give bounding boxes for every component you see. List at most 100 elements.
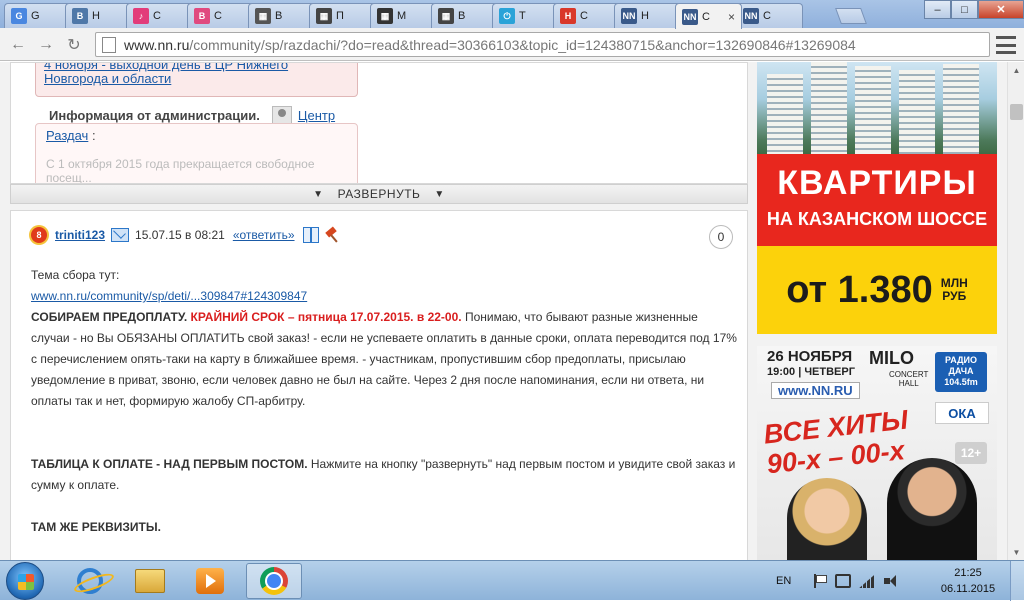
apartments-ad-banner[interactable]: КВАРТИРЫ НА КАЗАНСКОМ ШОССЕ от 1.380 МЛН… xyxy=(757,62,997,334)
browser-tab[interactable]: ▦ П xyxy=(309,3,376,28)
chrome-menu-icon[interactable] xyxy=(996,36,1016,54)
tab-favicon-icon: ♪ xyxy=(133,8,149,24)
minimize-button[interactable]: – xyxy=(924,0,951,19)
taskbar-ie[interactable] xyxy=(62,563,118,599)
card-colon: : xyxy=(91,128,96,143)
requisites-heading: ТАМ ЖЕ РЕКВИЗИТЫ. xyxy=(31,520,161,534)
hardware-icon[interactable] xyxy=(835,574,852,588)
browser-tab[interactable]: ▦ М xyxy=(370,3,437,28)
tab-favicon-icon: H xyxy=(560,8,576,24)
scroll-down-arrow[interactable]: ▼ xyxy=(1008,544,1024,560)
taskbar-chrome[interactable] xyxy=(246,563,302,599)
gift-icon[interactable] xyxy=(302,227,319,243)
back-button[interactable]: ← xyxy=(6,33,30,57)
new-tab-button[interactable] xyxy=(835,8,867,24)
hits-title: ВСЕ ХИТЫ 90-х – 00-х xyxy=(762,404,910,480)
taskbar-explorer[interactable] xyxy=(122,563,178,599)
maximize-button[interactable]: □ xyxy=(951,0,978,19)
reply-link[interactable]: «ответить» xyxy=(233,228,295,242)
forward-button[interactable]: → xyxy=(34,33,58,57)
prepay-text: Понимаю, что бывают разные жизненные слу… xyxy=(31,310,737,408)
close-window-button[interactable]: ✕ xyxy=(978,0,1024,19)
url-path: /community/sp/razdachi/?do=read&thread=3… xyxy=(189,36,856,53)
mail-icon[interactable] xyxy=(111,228,130,242)
action-center-icon[interactable] xyxy=(811,574,828,588)
age-rating-badge: 12+ xyxy=(955,442,987,464)
tab-favicon-icon: ⏻ xyxy=(499,8,515,24)
forum-post: 8 triniti123 15.07.15 в 08:21 «ответить»… xyxy=(10,210,748,560)
clock-date: 06.11.2015 xyxy=(940,583,996,595)
tab-favicon-icon: В xyxy=(72,8,88,24)
browser-tab[interactable]: ♪ С xyxy=(126,3,193,28)
ad-headline: КВАРТИРЫ xyxy=(777,164,977,202)
expand-button[interactable]: ▼ РАЗВЕРНУТЬ ▼ xyxy=(10,184,748,204)
tab-label: С xyxy=(763,10,771,22)
start-button[interactable] xyxy=(6,562,44,600)
tab-favicon-icon: NN xyxy=(682,8,698,25)
card-faded-text: С 1 октября 2015 года прекращается свобо… xyxy=(46,157,315,184)
browser-tab[interactable]: ВН xyxy=(65,3,132,28)
url-host: www.nn.ru xyxy=(124,36,190,53)
browser-tab[interactable]: ▦ В xyxy=(248,3,315,28)
show-desktop-button[interactable] xyxy=(1010,561,1024,601)
browser-tab[interactable]: NN С xyxy=(736,3,803,28)
page-icon xyxy=(102,36,116,53)
browser-tab[interactable]: HС xyxy=(553,3,620,28)
browser-tab[interactable]: ВС xyxy=(187,3,254,28)
topic-link[interactable]: www.nn.ru/community/sp/deti/...309847#12… xyxy=(31,289,307,303)
chrome-icon xyxy=(260,567,288,595)
ad-subline: НА КАЗАНСКОМ ШОССЕ xyxy=(766,209,988,229)
radio-logo: РАДИО ДАЧА 104.5fm xyxy=(935,352,987,392)
concert-date: 26 НОЯБРЯ xyxy=(767,348,853,365)
tab-label: С xyxy=(153,10,161,22)
address-bar[interactable]: www.nn.ru/community/sp/razdachi/?do=read… xyxy=(95,32,990,57)
tab-label: П xyxy=(336,10,344,22)
browser-tab[interactable]: ▦ В xyxy=(431,3,498,28)
razdach-link[interactable]: Раздач xyxy=(46,128,88,143)
table-paragraph: ТАБЛИЦА К ОПЛАТЕ - НАД ПЕРВЫМ ПОСТОМ. На… xyxy=(31,454,737,496)
forum-content: 4 ноября - выходной день в ЦР Нижнего Но… xyxy=(10,62,748,560)
holiday-alert: 4 ноября - выходной день в ЦР Нижнего Но… xyxy=(35,63,358,97)
singer-photo xyxy=(787,478,867,560)
gavel-icon[interactable] xyxy=(325,227,341,243)
window-controls: – □ ✕ xyxy=(924,0,1024,20)
ad-price-panel: от 1.380 МЛН РУБ xyxy=(757,246,997,334)
taskbar-clock[interactable]: 21:25 06.11.2015 xyxy=(938,565,998,597)
tab-favicon-icon: ▦ xyxy=(255,8,271,24)
tab-label: Т xyxy=(519,10,526,22)
center-link[interactable]: Центр xyxy=(298,108,335,123)
reload-button[interactable]: ↻ xyxy=(62,33,86,57)
table-heading: ТАБЛИЦА К ОПЛАТЕ - НАД ПЕРВЫМ ПОСТОМ. xyxy=(31,457,308,471)
volume-icon[interactable] xyxy=(883,574,899,588)
scroll-thumb[interactable] xyxy=(1010,104,1023,120)
browser-tab[interactable]: NN С × xyxy=(675,3,742,29)
holiday-alert-link[interactable]: 4 ноября - выходной день в ЦР Нижнего Но… xyxy=(44,63,288,86)
network-icon[interactable] xyxy=(859,574,876,588)
folder-icon xyxy=(135,569,165,593)
page-scrollbar[interactable]: ▲ ▼ xyxy=(1007,62,1024,560)
browser-tab[interactable]: GG xyxy=(4,3,71,28)
deadline-text: КРАЙНИЙ СРОК – пятница 17.07.2015. в 22-… xyxy=(190,310,462,324)
browser-tab[interactable]: NN Н xyxy=(614,3,681,28)
tab-label: С xyxy=(580,10,588,22)
tab-label: Н xyxy=(641,10,649,22)
tab-label: Н xyxy=(92,10,100,22)
user-icon xyxy=(271,106,292,124)
post-datetime: 15.07.15 в 08:21 xyxy=(135,228,225,242)
post-author-link[interactable]: triniti123 xyxy=(55,228,105,242)
scroll-up-arrow[interactable]: ▲ xyxy=(1008,62,1024,78)
sponsor-logo: ОКА xyxy=(935,402,989,424)
tab-favicon-icon: ▦ xyxy=(316,8,332,24)
topic-label: Тема сбора тут: xyxy=(31,268,120,282)
expand-label: РАЗВЕРНУТЬ xyxy=(337,187,421,201)
site-logo: www.NN.RU xyxy=(771,382,860,399)
browser-tab[interactable]: ⏻ Т xyxy=(492,3,559,28)
reply-count-badge: 0 xyxy=(709,225,733,249)
concert-ad-banner[interactable]: 26 НОЯБРЯ 19:00 | ЧЕТВЕРГ MILO CONCERT HA… xyxy=(757,346,997,560)
language-indicator[interactable]: EN xyxy=(776,575,791,587)
chevron-down-icon: ▼ xyxy=(434,188,445,200)
concert-time: 19:00 | ЧЕТВЕРГ xyxy=(767,366,855,378)
tab-favicon-icon: NN xyxy=(621,8,637,24)
taskbar-media-player[interactable] xyxy=(182,563,238,599)
tab-close-icon[interactable]: × xyxy=(728,10,735,24)
